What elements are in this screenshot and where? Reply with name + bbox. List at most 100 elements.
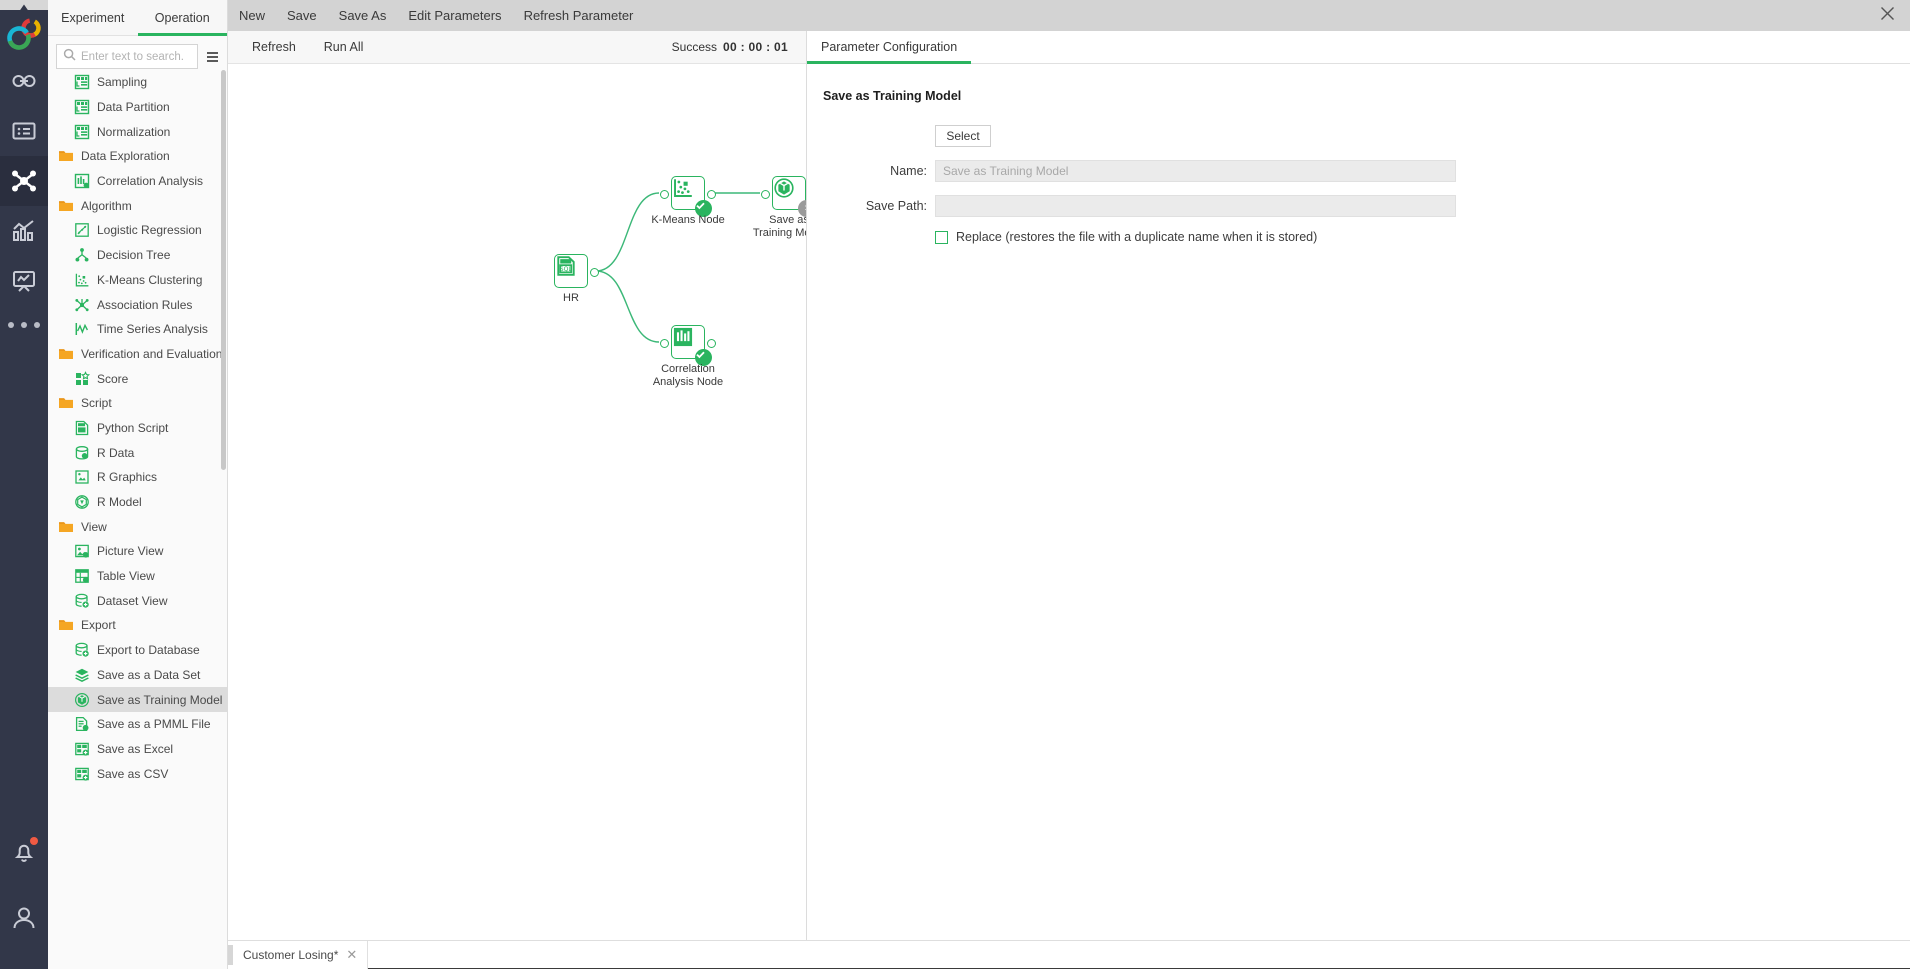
- rail-item-workflow[interactable]: [0, 156, 48, 206]
- sidebar-item-decision-tree[interactable]: Decision Tree: [48, 243, 227, 268]
- sidebar-item-data-exploration[interactable]: Data Exploration: [48, 144, 227, 169]
- sidebar-item-k-means-clustering[interactable]: K-Means Clustering: [48, 268, 227, 293]
- sidebar-item-python-script[interactable]: Python Script: [48, 416, 227, 441]
- tree-icon: [74, 247, 90, 263]
- workflow-canvas[interactable]: SQLHR K-Means Node ›Save as Training Mod…: [228, 64, 806, 940]
- node-input-port[interactable]: [761, 190, 770, 199]
- menu-item-refresh-parameter[interactable]: Refresh Parameter: [513, 0, 645, 31]
- node-output-port[interactable]: [707, 339, 716, 348]
- close-icon[interactable]: ✕: [346, 947, 357, 963]
- sidebar-item-label: Score: [97, 371, 129, 386]
- sidebar-item-save-as-a-pmml-file[interactable]: Save as a PMML File: [48, 712, 227, 737]
- csv-icon: [74, 766, 90, 782]
- sidebar-item-label: Save as Excel: [97, 741, 174, 756]
- rail-item-notifications[interactable]: [0, 827, 48, 877]
- sidebar-item-label: R Graphics: [97, 470, 158, 485]
- sidebar-item-label: R Model: [97, 495, 142, 510]
- parameter-panel: Parameter Configuration Save as Training…: [807, 31, 1910, 940]
- sidebar-item-export-to-database[interactable]: Export to Database: [48, 638, 227, 663]
- sidebar-item-picture-view[interactable]: Picture View: [48, 539, 227, 564]
- node-output-port[interactable]: [707, 190, 716, 199]
- sidebar-item-algorithm[interactable]: Algorithm: [48, 193, 227, 218]
- sidebar-item-logistic-regression[interactable]: Logistic Regression: [48, 218, 227, 243]
- refresh-button[interactable]: Refresh: [238, 31, 310, 64]
- filter-list-icon[interactable]: [204, 50, 221, 64]
- sidebar-item-r-model[interactable]: R Model: [48, 490, 227, 515]
- rail-item-more[interactable]: [8, 322, 40, 328]
- sidebar-item-data-partition[interactable]: Data Partition: [48, 95, 227, 120]
- canvas-node-kmeans[interactable]: [660, 176, 716, 217]
- sidebar-item-save-as-csv[interactable]: Save as CSV: [48, 761, 227, 786]
- canvas-node-corr[interactable]: [660, 325, 716, 366]
- rail-item-dashboard[interactable]: [0, 256, 48, 306]
- sidebar-item-save-as-excel[interactable]: Save as Excel: [48, 737, 227, 762]
- save-path-label: Save Path:: [865, 199, 927, 213]
- sidebar-item-script[interactable]: Script: [48, 391, 227, 416]
- sidebar-item-score[interactable]: Score: [48, 366, 227, 391]
- sidebar-item-time-series-analysis[interactable]: Time Series Analysis: [48, 317, 227, 342]
- link-icon: [11, 68, 37, 94]
- python-file-icon: [74, 420, 90, 436]
- tab-parameter-configuration[interactable]: Parameter Configuration: [807, 31, 972, 64]
- sidebar-item-sampling[interactable]: Sampling: [48, 70, 227, 95]
- score-squares-icon: [74, 370, 91, 387]
- sidebar-item-save-as-a-data-set[interactable]: Save as a Data Set: [48, 663, 227, 688]
- search-input[interactable]: [81, 50, 191, 63]
- node-output-port[interactable]: [590, 268, 599, 277]
- rail-item-account[interactable]: [0, 893, 48, 943]
- run-all-button[interactable]: Run All: [310, 31, 378, 64]
- sidebar-item-association-rules[interactable]: Association Rules: [48, 292, 227, 317]
- search-icon: [63, 48, 76, 66]
- bell-icon: [11, 837, 38, 865]
- document-tab[interactable]: Customer Losing* ✕: [233, 941, 369, 969]
- scatter-icon: [74, 272, 90, 288]
- node-input-port[interactable]: [660, 190, 669, 199]
- sidebar-item-export[interactable]: Export: [48, 613, 227, 638]
- sidebar-item-r-graphics[interactable]: R Graphics: [48, 465, 227, 490]
- select-button[interactable]: Select: [935, 125, 991, 147]
- bar-chart-icon: [74, 173, 90, 189]
- rail-item-link[interactable]: [0, 56, 48, 106]
- save-path-field[interactable]: [935, 195, 1456, 217]
- sidebar-item-label: R Data: [97, 445, 135, 460]
- sidebar-item-label: Picture View: [97, 544, 164, 559]
- menu-item-edit-parameters[interactable]: Edit Parameters: [397, 0, 512, 31]
- rail-item-list[interactable]: [0, 106, 48, 156]
- canvas-node-savemodel[interactable]: ›: [761, 176, 806, 217]
- tab-operation[interactable]: Operation: [137, 0, 228, 36]
- sidebar-item-correlation-analysis[interactable]: Correlation Analysis: [48, 169, 227, 194]
- menu-item-save-as[interactable]: Save As: [328, 0, 398, 31]
- sidebar-item-verification-and-evaluation[interactable]: Verification and Evaluation: [48, 342, 227, 367]
- component-tree: Sampling Data Partition Normalization Dat…: [48, 70, 227, 959]
- tab-experiment[interactable]: Experiment: [48, 0, 138, 35]
- node-success-badge: [695, 349, 712, 366]
- sidebar-item-label: Data Exploration: [81, 149, 170, 164]
- rail-item-analytics[interactable]: [0, 206, 48, 256]
- layers-icon: [74, 667, 90, 683]
- sidebar-item-dataset-view[interactable]: Dataset View: [48, 588, 227, 613]
- close-icon: [1880, 6, 1895, 26]
- menu-item-save[interactable]: Save: [276, 0, 328, 31]
- folder-icon: [58, 519, 74, 535]
- model-cube-icon: [74, 692, 90, 708]
- sidebar-item-normalization[interactable]: Normalization: [48, 119, 227, 144]
- replace-checkbox[interactable]: [935, 230, 948, 244]
- regression-icon: [74, 222, 90, 238]
- name-field[interactable]: [935, 160, 1456, 182]
- sidebar-item-view[interactable]: View: [48, 514, 227, 539]
- data-table-icon: [74, 74, 90, 90]
- node-input-port[interactable]: [660, 339, 669, 348]
- sidebar-item-save-as-training-model[interactable]: Save as Training Model: [48, 687, 227, 712]
- run-status-label: Success: [671, 40, 718, 54]
- canvas-node-hr[interactable]: SQL: [554, 254, 599, 288]
- sidebar-item-r-data[interactable]: R Data: [48, 440, 227, 465]
- document-tab-bar: Customer Losing* ✕: [228, 940, 1910, 969]
- search-box[interactable]: [56, 44, 198, 69]
- sidebar-item-table-view[interactable]: Table View: [48, 564, 227, 589]
- sidebar-scrollbar-thumb[interactable]: [221, 70, 226, 470]
- sidebar-item-label: Save as CSV: [97, 766, 169, 781]
- sidebar-item-label: Script: [81, 396, 112, 411]
- close-window-button[interactable]: [1864, 0, 1910, 31]
- menu-item-new[interactable]: New: [228, 0, 276, 31]
- sidebar-item-label: Save as a PMML File: [97, 717, 211, 732]
